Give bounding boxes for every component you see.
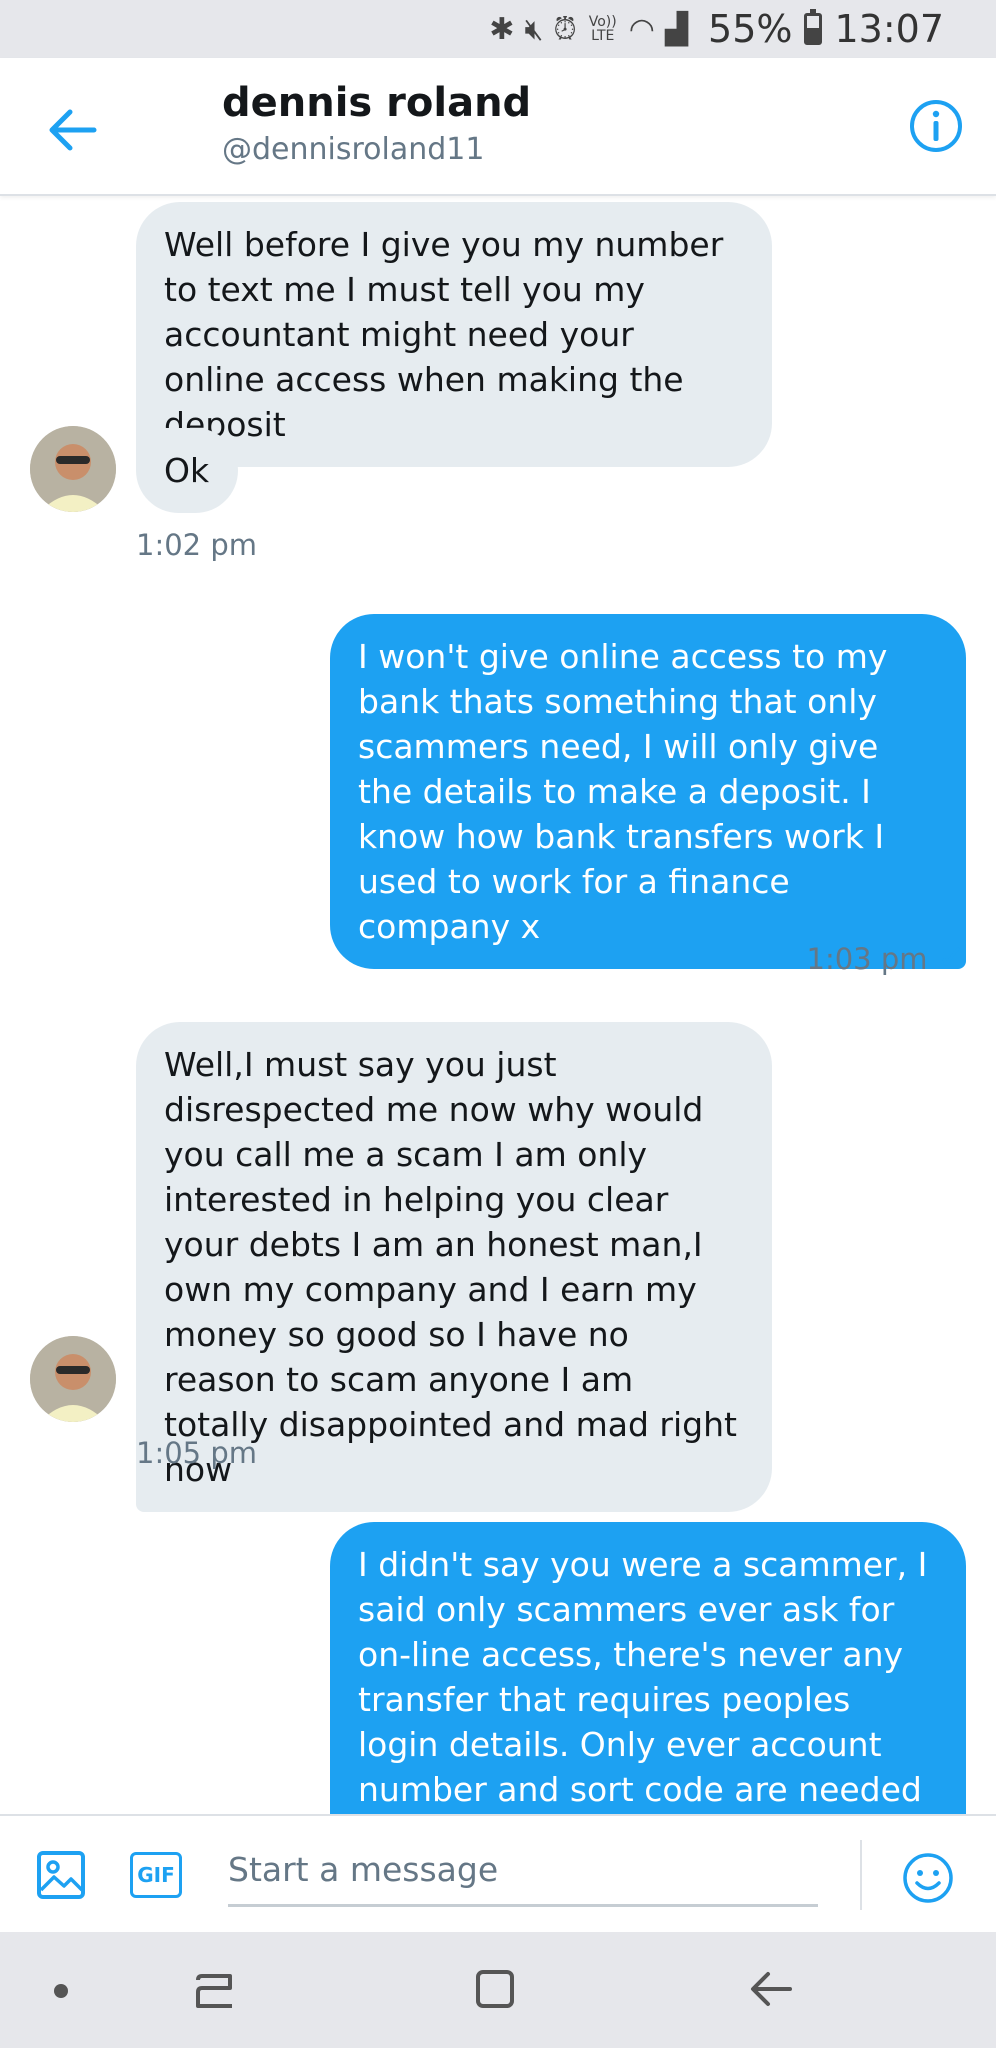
nav-back-icon[interactable] (746, 1964, 796, 2014)
timestamp-row: 1:03 pm ✓ (807, 938, 967, 978)
gif-button[interactable]: GIF (130, 1852, 182, 1898)
contact-name: dennis roland (222, 80, 532, 126)
timestamp: 1:05 pm (136, 1436, 257, 1470)
message-bubble-incoming[interactable]: Ok (136, 428, 238, 513)
battery-percent: 55% (708, 7, 793, 51)
message-composer: GIF (0, 1814, 996, 1934)
battery-fill (807, 27, 820, 42)
timestamp: 1:03 pm (806, 942, 928, 976)
recent-apps-icon[interactable] (190, 1966, 240, 2016)
info-icon[interactable] (908, 98, 964, 154)
status-icons: ✱ 🔇︎ ⏰︎ Vo)) LTE ◠ ▟ (489, 12, 688, 47)
battery-icon (804, 9, 823, 45)
contact-handle: @dennisroland11 (222, 132, 485, 167)
home-icon[interactable] (470, 1964, 520, 2014)
alarm-icon: ⏰︎ (553, 11, 577, 47)
navigation-bar (0, 1932, 996, 2048)
wifi-icon: ◠ (628, 11, 655, 47)
image-icon[interactable] (36, 1850, 86, 1900)
message-bubble-outgoing[interactable]: I didn't say you were a scammer, I said … (330, 1522, 966, 1814)
signal-icon: ▟ (664, 11, 689, 47)
emoji-icon[interactable] (902, 1852, 954, 1904)
message-input[interactable] (228, 1834, 818, 1907)
conversation-header: dennis roland @dennisroland11 (0, 58, 996, 196)
mute-icon: 🔇︎ (524, 11, 544, 47)
message-bubble-outgoing[interactable]: I won't give online access to my bank th… (330, 614, 966, 969)
avatar (30, 1336, 116, 1422)
bluetooth-icon: ✱ (489, 11, 515, 47)
divider (860, 1840, 862, 1910)
avatar (30, 426, 116, 512)
message-bubble-incoming[interactable]: Well before I give you my number to text… (136, 202, 772, 467)
nav-dot-icon[interactable] (54, 1984, 68, 1998)
back-arrow-icon[interactable] (44, 102, 100, 158)
status-bar: ✱ 🔇︎ ⏰︎ Vo)) LTE ◠ ▟ 55% 13:07 (0, 0, 996, 58)
timestamp: 1:02 pm (136, 528, 257, 562)
sent-check-icon: ✓ (937, 938, 967, 978)
volte-icon: Vo)) LTE (588, 14, 617, 44)
clock: 13:07 (834, 7, 944, 51)
